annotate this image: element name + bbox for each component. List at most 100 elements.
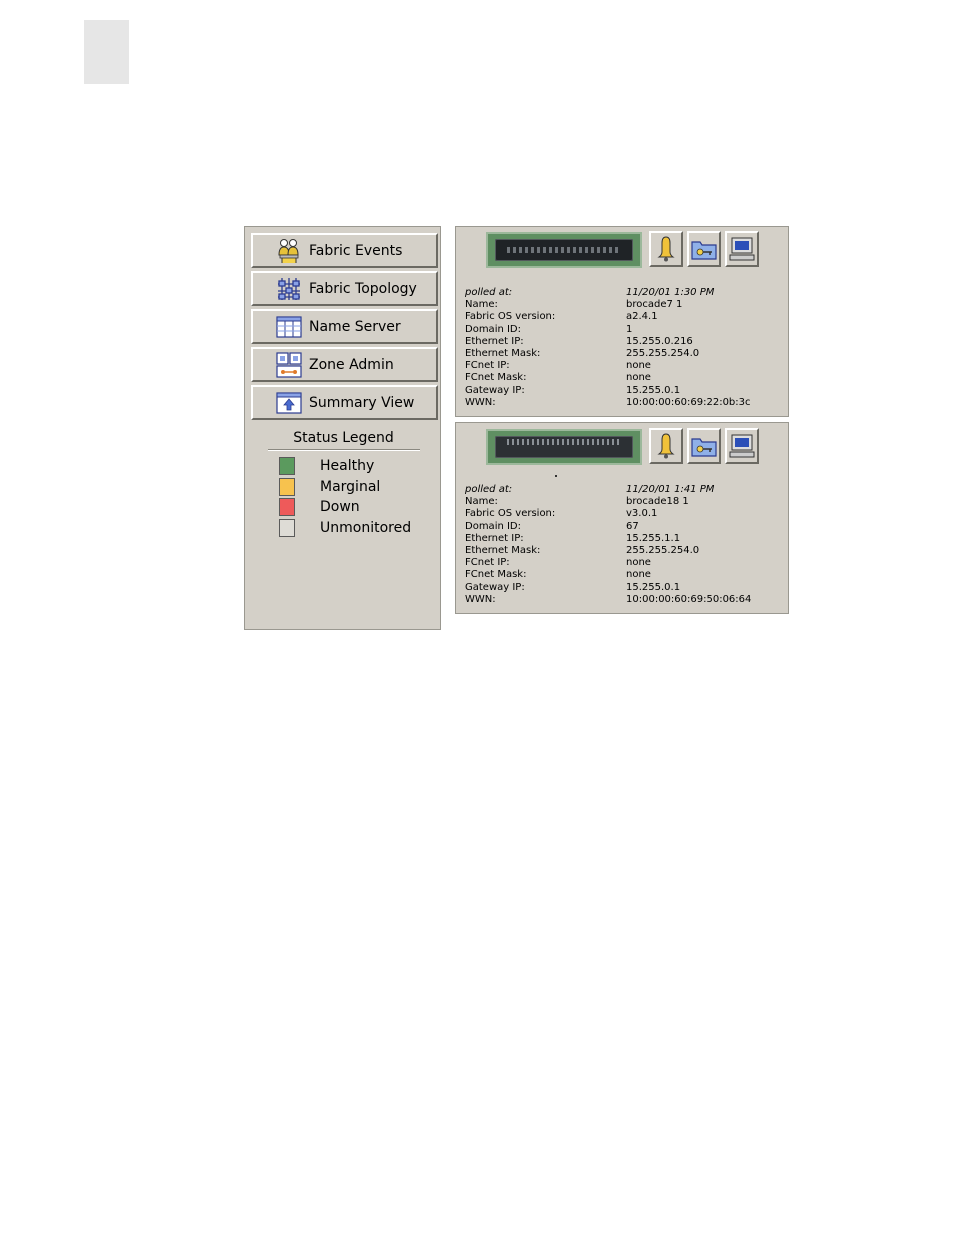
- status-legend-title: Status Legend: [293, 430, 394, 446]
- info-value: none: [626, 557, 651, 569]
- fabric-topology-icon: [275, 276, 303, 302]
- bell-icon[interactable]: [649, 231, 683, 267]
- info-value: 11/20/01 1:30 PM: [626, 287, 715, 298]
- fabric-nav-panel: Fabric Events Fabric Topology Name Serve…: [244, 226, 441, 630]
- info-row: Name: brocade7 1: [465, 299, 751, 311]
- info-row: polled at: 11/20/01 1:41 PM: [465, 484, 751, 496]
- info-value: v3.0.1: [626, 508, 658, 520]
- info-label: Fabric OS version:: [465, 508, 556, 520]
- fabric-topology-label: Fabric Topology: [309, 280, 417, 297]
- unmonitored-swatch: [279, 519, 295, 537]
- summary-view-icon: [275, 390, 303, 416]
- info-value: 15.255.0.1: [626, 384, 681, 396]
- info-label: WWN:: [465, 593, 496, 605]
- fabric-events-label: Fabric Events: [309, 242, 403, 259]
- info-value: none: [626, 360, 651, 372]
- info-value: a2.4.1: [626, 311, 658, 323]
- legend-label-down: Down: [320, 499, 360, 515]
- status-dot: [555, 475, 557, 477]
- legend-divider: [268, 449, 420, 451]
- fabric-events-icon: [275, 238, 303, 264]
- info-row: Ethernet Mask: 255.255.254.0: [465, 348, 751, 360]
- switch-image-1[interactable]: [486, 232, 642, 268]
- name-server-label: Name Server: [309, 318, 401, 335]
- info-value: 10:00:00:60:69:22:0b:3c: [626, 396, 751, 408]
- telnet-computer-icon[interactable]: [725, 428, 759, 464]
- switch-panel-1: polled at: 11/20/01 1:30 PM Name: brocade7…: [455, 226, 789, 417]
- info-row: Ethernet IP: 15.255.1.1: [465, 533, 751, 545]
- page-tab-marker: [84, 20, 129, 84]
- info-value: 11/20/01 1:41 PM: [626, 484, 715, 495]
- info-row: Fabric OS version: a2.4.1: [465, 311, 751, 323]
- down-swatch: [279, 498, 295, 516]
- info-value: 255.255.254.0: [626, 347, 700, 359]
- info-label: Ethernet Mask:: [465, 544, 541, 556]
- info-label: Domain ID:: [465, 323, 522, 335]
- info-row: Gateway IP: 15.255.0.1: [465, 582, 751, 594]
- info-label: Gateway IP:: [465, 384, 525, 396]
- healthy-swatch: [279, 457, 295, 475]
- info-label: FCnet Mask:: [465, 372, 527, 384]
- info-label: polled at:: [465, 287, 513, 298]
- info-label: Name:: [465, 496, 498, 508]
- info-row: Fabric OS version: v3.0.1: [465, 508, 751, 520]
- info-row: FCnet IP: none: [465, 557, 751, 569]
- info-row: FCnet Mask: none: [465, 569, 751, 581]
- info-value: 255.255.254.0: [626, 544, 700, 556]
- info-label: Domain ID:: [465, 520, 522, 532]
- info-row: Domain ID: 1: [465, 324, 751, 336]
- legend-item-marginal: Marginal: [279, 477, 380, 497]
- name-server-icon: [275, 314, 303, 340]
- info-row: FCnet Mask: none: [465, 372, 751, 384]
- info-row: Ethernet IP: 15.255.0.216: [465, 336, 751, 348]
- info-value: none: [626, 372, 651, 384]
- admin-folder-icon[interactable]: [687, 428, 721, 464]
- info-value: none: [626, 569, 651, 581]
- legend-label-unmonitored: Unmonitored: [320, 520, 412, 536]
- marginal-swatch: [279, 478, 295, 496]
- info-value: 15.255.0.216: [626, 335, 693, 347]
- switch-image-2[interactable]: [486, 429, 642, 465]
- summary-view-button[interactable]: Summary View: [251, 385, 438, 420]
- switch-chassis-2: [495, 436, 633, 458]
- switch-info-2: polled at: 11/20/01 1:41 PM Name: brocade1…: [465, 484, 751, 606]
- info-label: WWN:: [465, 396, 496, 408]
- fabric-events-button[interactable]: Fabric Events: [251, 233, 438, 268]
- legend-label-healthy: Healthy: [320, 458, 375, 474]
- legend-item-down: Down: [279, 497, 360, 517]
- admin-folder-icon[interactable]: [687, 231, 721, 267]
- info-label: FCnet IP:: [465, 360, 510, 372]
- legend-item-unmonitored: Unmonitored: [279, 518, 411, 538]
- info-label: Ethernet IP:: [465, 335, 524, 347]
- info-value: brocade7 1: [626, 299, 683, 311]
- info-row: Domain ID: 67: [465, 521, 751, 533]
- legend-label-marginal: Marginal: [320, 479, 381, 495]
- info-label: Ethernet Mask:: [465, 347, 541, 359]
- switch-panel-2: polled at: 11/20/01 1:41 PM Name: brocade1…: [455, 422, 789, 614]
- info-value: 67: [626, 520, 639, 532]
- zone-admin-icon: [275, 351, 303, 378]
- info-label: Fabric OS version:: [465, 311, 556, 323]
- zone-admin-label: Zone Admin: [309, 356, 394, 373]
- info-row: FCnet IP: none: [465, 360, 751, 372]
- info-value: brocade18 1: [626, 496, 689, 508]
- info-label: FCnet Mask:: [465, 569, 527, 581]
- info-row: WWN: 10:00:00:60:69:50:06:64: [465, 594, 751, 606]
- info-value: 15.255.1.1: [626, 532, 681, 544]
- bell-icon[interactable]: [649, 428, 683, 464]
- telnet-computer-icon[interactable]: [725, 231, 759, 267]
- fabric-topology-button[interactable]: Fabric Topology: [251, 271, 438, 306]
- switch-info-1: polled at: 11/20/01 1:30 PM Name: brocade7…: [465, 287, 751, 409]
- info-value: 15.255.0.1: [626, 581, 681, 593]
- legend-item-healthy: Healthy: [279, 456, 374, 476]
- info-label: FCnet IP:: [465, 557, 510, 569]
- zone-admin-button[interactable]: Zone Admin: [251, 347, 438, 382]
- info-value: 10:00:00:60:69:50:06:64: [626, 593, 752, 605]
- info-row: Ethernet Mask: 255.255.254.0: [465, 545, 751, 557]
- name-server-button[interactable]: Name Server: [251, 309, 438, 344]
- info-label: Ethernet IP:: [465, 532, 524, 544]
- info-value: 1: [626, 323, 633, 335]
- info-row: Name: brocade18 1: [465, 496, 751, 508]
- switch-chassis-1: [495, 239, 633, 261]
- info-label: Gateway IP:: [465, 581, 525, 593]
